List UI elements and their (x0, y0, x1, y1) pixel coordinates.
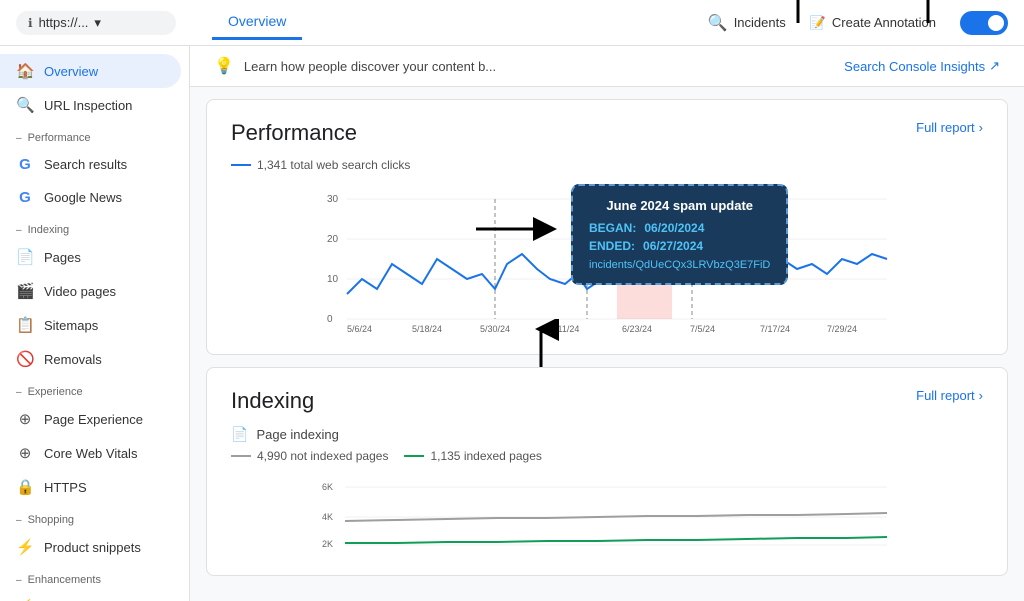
removals-icon: 🚫 (16, 350, 34, 368)
svg-text:7/29/24: 7/29/24 (827, 324, 857, 334)
svg-text:2K: 2K (322, 539, 333, 549)
sidebar-item-page-experience[interactable]: ⊕ Page Experience (0, 402, 181, 436)
google-search-icon: G (16, 156, 34, 173)
svg-text:7/17/24: 7/17/24 (760, 324, 790, 334)
url-bar[interactable]: ℹ https://... ▾ (16, 11, 176, 35)
sidebar-item-pages[interactable]: 📄 Pages (0, 240, 181, 274)
indexing-legend: 4,990 not indexed pages 1,135 indexed pa… (231, 449, 983, 463)
sidebar-item-url-inspection[interactable]: 🔍 URL Inspection (0, 88, 181, 122)
svg-text:30: 30 (327, 194, 339, 205)
topbar-actions: 🔍 Incidents 📝 Create Annotation (708, 11, 1008, 35)
gray-line-icon (231, 455, 251, 457)
search-console-insights-link[interactable]: Search Console Insights ↗ (844, 58, 1000, 74)
info-bulb-icon: 💡 (214, 56, 234, 76)
google-news-icon: G (16, 189, 34, 206)
blue-line-icon (231, 164, 251, 166)
sidebar-item-https[interactable]: 🔒 HTTPS (0, 470, 181, 504)
topbar: ℹ https://... ▾ Overview 🔍 Incidents 📝 C… (0, 0, 1024, 46)
arrow-right-svg (471, 214, 561, 244)
incident-link[interactable]: incidents/QdUeCQx3LRVbzQ3E7FiD (589, 259, 770, 271)
sidebar-section-performance: Performance (0, 122, 189, 148)
sidebar-section-indexing: Indexing (0, 214, 189, 240)
create-annotation-button[interactable]: 📝 Create Annotation (810, 15, 936, 31)
performance-chart: 30 20 10 0 5/6/24 5/18/24 5/30/24 6/11/2… (231, 184, 983, 334)
performance-title: Performance (231, 120, 983, 146)
sidebar-item-search-results[interactable]: G Search results (0, 148, 181, 181)
svg-text:4K: 4K (322, 512, 333, 522)
indexing-chart: 6K 4K 2K (231, 475, 983, 555)
annotation-icon: 📝 (810, 15, 826, 31)
arrow-right-to-chart (471, 214, 561, 249)
chevron-right-icon: › (979, 120, 983, 135)
sidebar-item-product-snippets[interactable]: ⚡ Product snippets (0, 530, 181, 564)
incident-tooltip: June 2024 spam update BEGAN: 06/20/2024 … (571, 184, 788, 285)
nav-overview[interactable]: Overview (212, 5, 302, 40)
page-indexing-row: 📄 Page indexing (231, 426, 983, 443)
page-experience-icon: ⊕ (16, 410, 34, 428)
https-icon: 🔒 (16, 478, 34, 496)
url-text: https://... (39, 15, 89, 30)
main-layout: 🏠 Overview 🔍 URL Inspection Performance … (0, 46, 1024, 601)
sidebar-item-sitemaps[interactable]: 📋 Sitemaps (0, 308, 181, 342)
indexing-chart-svg: 6K 4K 2K (231, 475, 983, 555)
svg-text:20: 20 (327, 234, 339, 245)
svg-text:5/6/24: 5/6/24 (347, 324, 372, 334)
info-banner: 💡 Learn how people discover your content… (190, 46, 1024, 87)
top-nav: Overview (212, 5, 302, 40)
product-snippets-icon: ⚡ (16, 538, 34, 556)
sidebar-item-amp[interactable]: ⚡ AMP (0, 590, 181, 601)
sidebar: 🏠 Overview 🔍 URL Inspection Performance … (0, 46, 190, 601)
sitemaps-icon: 📋 (16, 316, 34, 334)
search-icon: 🔍 (708, 13, 728, 33)
incidents-button[interactable]: 🔍 Incidents (708, 13, 786, 33)
sidebar-section-enhancements: Enhancements (0, 564, 189, 590)
indexing-full-report[interactable]: Full report › (916, 388, 983, 403)
external-link-icon: ↗ (989, 58, 1000, 74)
svg-text:7/5/24: 7/5/24 (690, 324, 715, 334)
indexing-section: Indexing Full report › 📄 Page indexing 4… (206, 367, 1008, 576)
chevron-right-icon: › (979, 388, 983, 403)
green-line-icon (404, 455, 424, 457)
svg-text:5/18/24: 5/18/24 (412, 324, 442, 334)
sidebar-item-google-news[interactable]: G Google News (0, 181, 181, 214)
url-dropdown-icon[interactable]: ▾ (94, 15, 101, 31)
home-icon: 🏠 (16, 62, 34, 80)
page-icon: 📄 (231, 426, 248, 443)
performance-subtitle: 1,341 total web search clicks (231, 158, 983, 172)
indexed-line (345, 537, 887, 543)
svg-text:10: 10 (327, 274, 339, 285)
svg-text:5/30/24: 5/30/24 (480, 324, 510, 334)
svg-text:0: 0 (327, 314, 333, 325)
sidebar-item-video-pages[interactable]: 🎬 Video pages (0, 274, 181, 308)
performance-section: Performance 1,341 total web search click… (206, 99, 1008, 355)
indexing-title: Indexing (231, 388, 983, 414)
svg-text:6/23/24: 6/23/24 (622, 324, 652, 334)
svg-text:6K: 6K (322, 482, 333, 492)
sidebar-item-removals[interactable]: 🚫 Removals (0, 342, 181, 376)
url-inspection-icon: 🔍 (16, 96, 34, 114)
favicon-icon: ℹ (28, 16, 33, 30)
video-pages-icon: 🎬 (16, 282, 34, 300)
sidebar-section-shopping: Shopping (0, 504, 189, 530)
core-web-vitals-icon: ⊕ (16, 444, 34, 462)
toggle-switch[interactable] (960, 11, 1008, 35)
performance-legend: 1,341 total web search clicks (231, 158, 410, 172)
pages-icon: 📄 (16, 248, 34, 266)
performance-full-report[interactable]: Full report › (916, 120, 983, 135)
sidebar-item-core-web-vitals[interactable]: ⊕ Core Web Vitals (0, 436, 181, 470)
sidebar-section-experience: Experience (0, 376, 189, 402)
sidebar-item-overview[interactable]: 🏠 Overview (0, 54, 181, 88)
content-area: 💡 Learn how people discover your content… (190, 46, 1024, 601)
